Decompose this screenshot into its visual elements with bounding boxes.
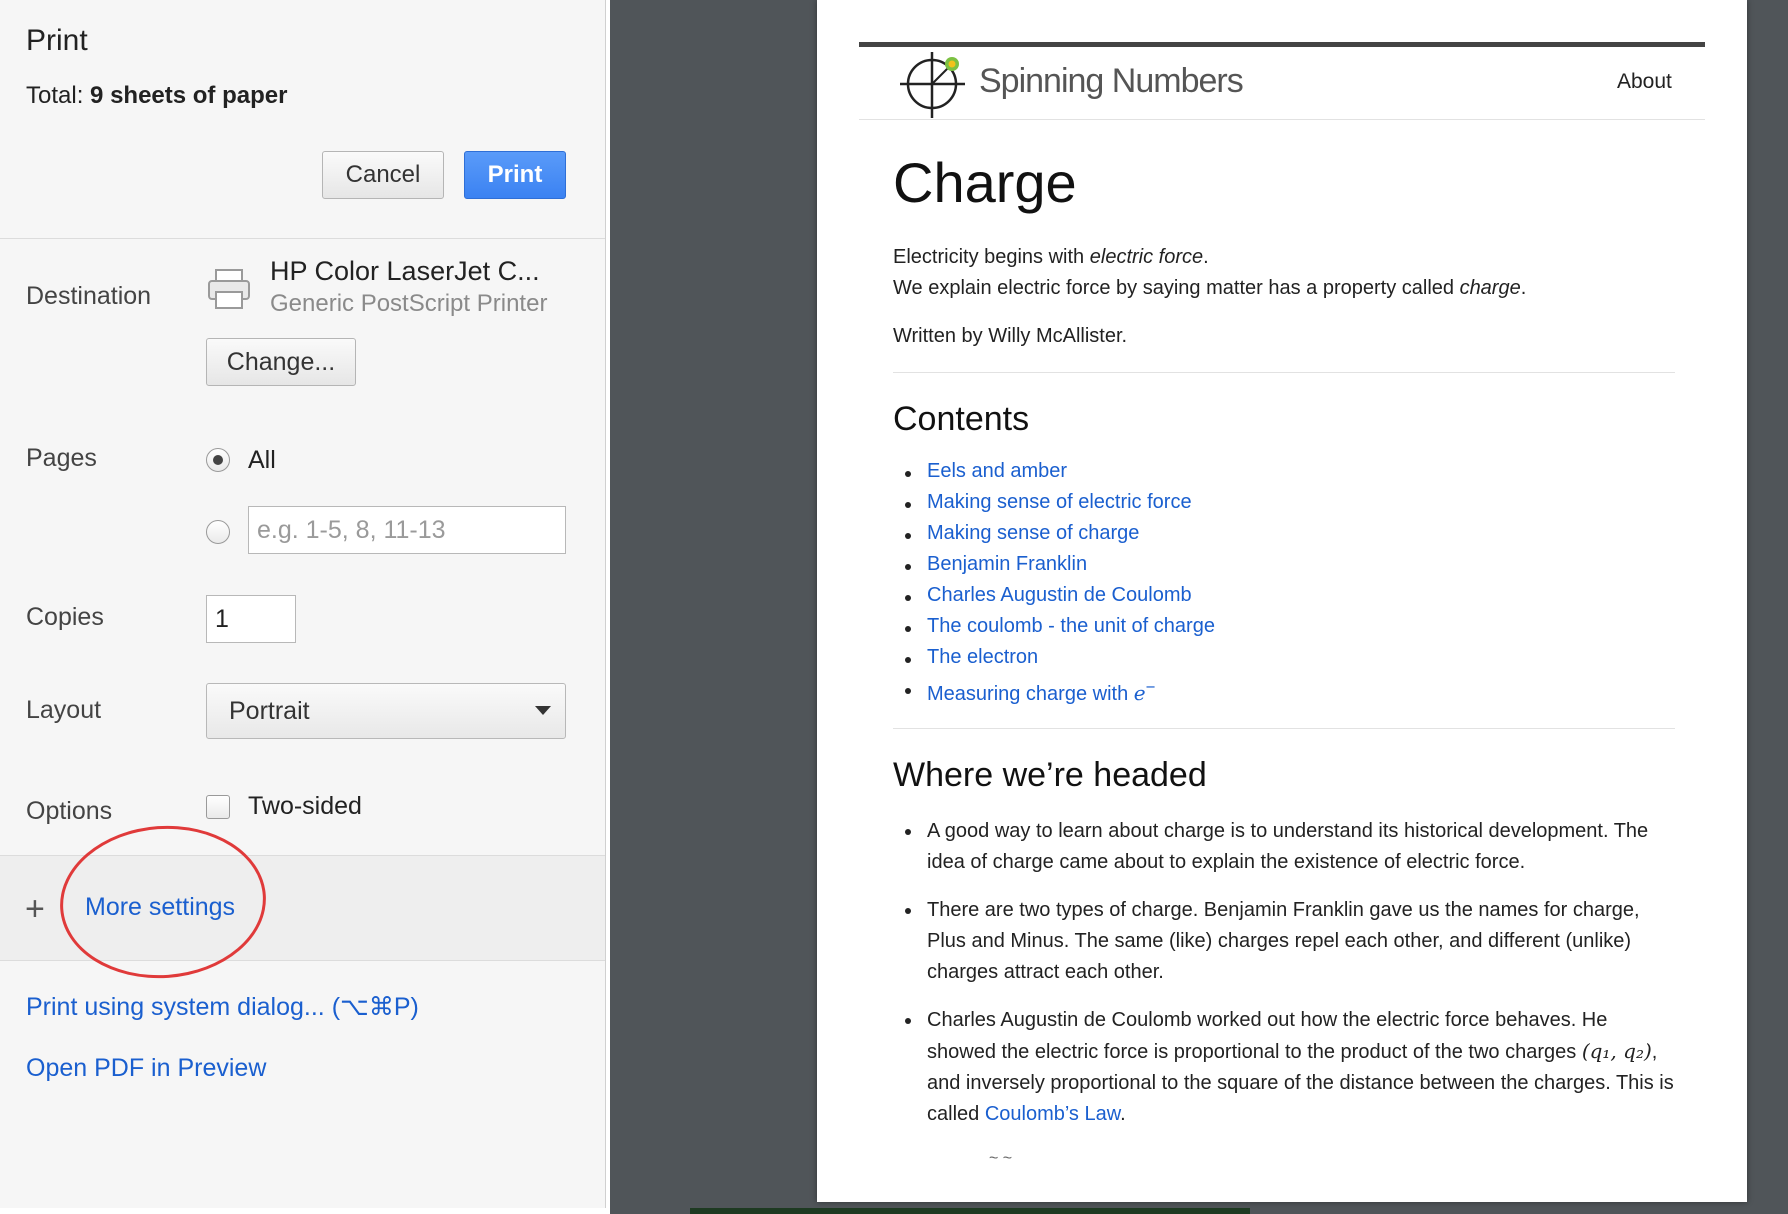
pages-label: Pages (26, 444, 97, 472)
destination-label: Destination (26, 282, 152, 310)
copies-input[interactable]: 1 (206, 595, 296, 643)
pages-range-radio[interactable] (206, 520, 230, 544)
contents-list: Eels and amber Making sense of electric … (893, 460, 1215, 708)
math-expression: (q₁, q₂) (1581, 1039, 1652, 1063)
site-name: Spinning Numbers (979, 62, 1244, 100)
contents-heading: Contents (893, 400, 1030, 438)
toc-link[interactable]: Charles Augustin de Coulomb (927, 584, 1192, 606)
printer-name: HP Color LaserJet C... (270, 256, 540, 286)
list-item: There are two types of charge. Benjamin … (893, 895, 1679, 988)
total-label: Total: (26, 82, 84, 109)
list-item: A good way to learn about charge is to u… (893, 816, 1679, 878)
layout-value: Portrait (229, 696, 310, 725)
list-item: Eels and amber (893, 460, 1215, 491)
sheet-total: Total: 9 sheets of paper (26, 82, 287, 110)
two-sided-checkbox[interactable] (206, 795, 230, 819)
spinning-numbers-logo-icon (900, 52, 965, 118)
toc-link[interactable]: The coulomb - the unit of charge (927, 615, 1215, 637)
headed-heading: Where we’re headed (893, 756, 1207, 794)
toc-link[interactable]: The electron (927, 646, 1038, 668)
nav-about-link[interactable]: About (1617, 70, 1672, 94)
background-strip (690, 1208, 1250, 1214)
printer-type: Generic PostScript Printer (270, 290, 548, 317)
cutoff-text: ~ ~ (989, 1150, 1013, 1167)
panel-title: Print (26, 24, 88, 57)
two-sided-label[interactable]: Two-sided (248, 792, 362, 821)
system-dialog-link[interactable]: Print using system dialog... (⌥⌘P) (26, 992, 419, 1022)
change-destination-button[interactable]: Change... (206, 338, 356, 386)
layout-select[interactable]: Portrait (206, 683, 566, 739)
headed-bullet-list: A good way to learn about charge is to u… (893, 816, 1679, 1147)
list-item: Measuring charge with e− (893, 677, 1215, 708)
chevron-down-icon (535, 706, 551, 715)
list-item: Charles Augustin de Coulomb worked out h… (893, 1005, 1679, 1130)
print-button[interactable]: Print (464, 151, 566, 199)
toc-link[interactable]: Making sense of charge (927, 522, 1139, 544)
page-range-input[interactable]: e.g. 1-5, 8, 11-13 (248, 506, 566, 554)
cancel-button[interactable]: Cancel (322, 151, 444, 199)
list-item: Making sense of electric force (893, 491, 1215, 522)
list-item: Making sense of charge (893, 522, 1215, 553)
open-pdf-preview-link[interactable]: Open PDF in Preview (26, 1054, 266, 1083)
list-item: The electron (893, 646, 1215, 677)
plus-icon[interactable]: + (25, 892, 45, 926)
page-top-bar (859, 42, 1705, 47)
toc-link[interactable]: Benjamin Franklin (927, 553, 1087, 575)
layout-label: Layout (26, 696, 102, 724)
intro-line-2: We explain electric force by saying matt… (893, 277, 1527, 299)
header-divider (0, 238, 605, 239)
pages-all-radio[interactable] (206, 448, 230, 472)
toc-link[interactable]: Measuring charge with e− (927, 677, 1155, 705)
toc-link[interactable]: Eels and amber (927, 460, 1067, 482)
author-line: Written by Willy McAllister. (893, 325, 1128, 347)
intro-line-1: Electricity begins with electric force. (893, 246, 1209, 268)
printer-icon (208, 269, 250, 309)
nav-divider (859, 119, 1705, 120)
list-item: Benjamin Franklin (893, 553, 1215, 584)
page-title: Charge (893, 151, 1077, 214)
toc-link[interactable]: Making sense of electric force (927, 491, 1192, 513)
preview-page[interactable]: Spinning Numbers About Charge Electricit… (817, 0, 1747, 1202)
coulombs-law-link[interactable]: Coulomb’s Law (985, 1103, 1120, 1125)
list-item: Charles Augustin de Coulomb (893, 584, 1215, 615)
total-value: 9 sheets of paper (90, 82, 288, 109)
copies-label: Copies (26, 603, 104, 631)
section-divider (893, 372, 1675, 373)
pages-all-label[interactable]: All (248, 446, 276, 475)
page-range-placeholder: e.g. 1-5, 8, 11-13 (257, 515, 446, 544)
list-item: The coulomb - the unit of charge (893, 615, 1215, 646)
options-label: Options (26, 797, 113, 825)
print-settings-panel: Print Total: 9 sheets of paper Cancel Pr… (0, 0, 606, 1208)
section-divider (893, 728, 1675, 729)
